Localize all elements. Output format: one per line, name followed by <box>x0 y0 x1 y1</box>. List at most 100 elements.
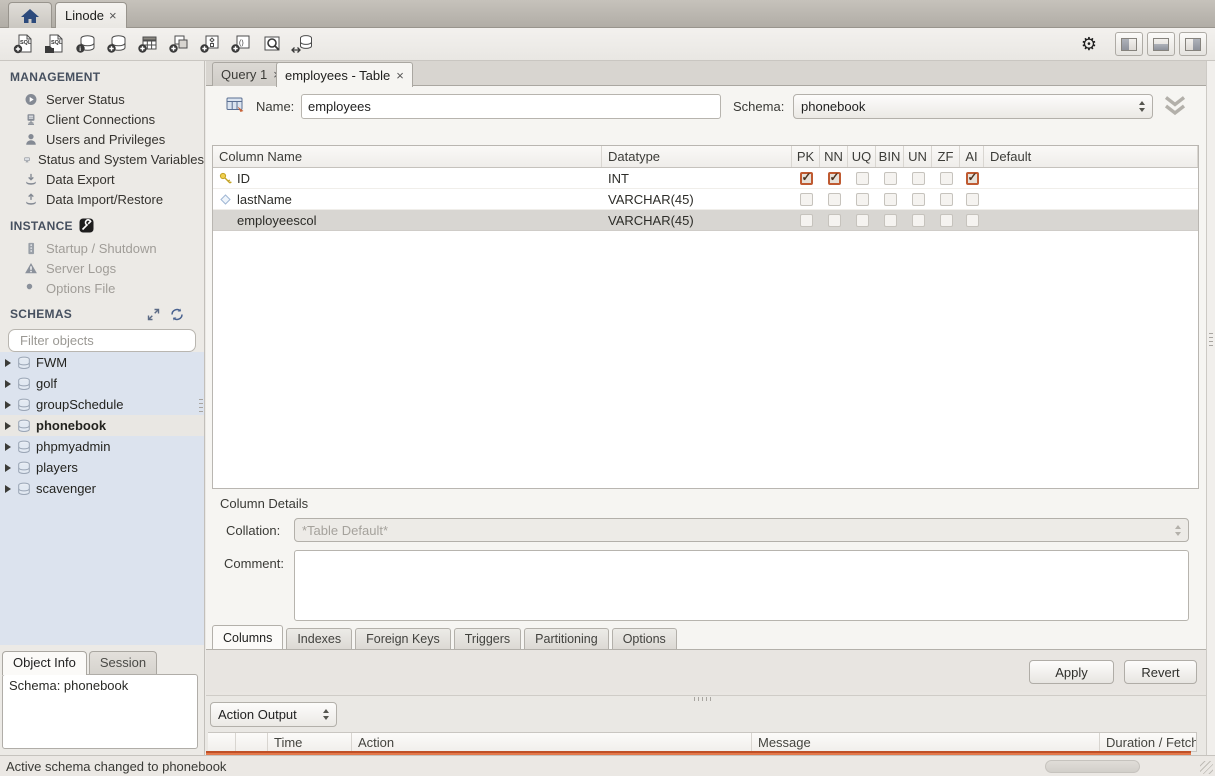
sidebar-item-server-logs[interactable]: Server Logs <box>0 258 204 278</box>
checkbox-pk[interactable] <box>800 193 813 206</box>
checkbox-nn[interactable] <box>828 193 841 206</box>
schema-filter-input[interactable] <box>20 333 196 348</box>
tab-partitioning[interactable]: Partitioning <box>524 628 609 649</box>
tab-columns[interactable]: Columns <box>212 625 283 649</box>
schema-item-scavenger[interactable]: scavenger <box>0 478 204 499</box>
checkbox-bin[interactable] <box>884 214 897 227</box>
expand-schemas-icon[interactable] <box>147 308 160 321</box>
expander-icon[interactable] <box>5 485 11 493</box>
schema-inspector-icon[interactable]: i <box>70 31 101 57</box>
new-function-icon[interactable]: () <box>225 31 256 57</box>
collation-combobox[interactable]: *Table Default* <box>294 518 1189 542</box>
header-action[interactable]: Action <box>352 733 752 751</box>
toggle-left-panel-icon[interactable] <box>1115 32 1143 56</box>
preferences-gear-icon[interactable]: ⚙ <box>1081 35 1097 53</box>
checkbox-ai[interactable] <box>966 214 979 227</box>
header-pk[interactable]: PK <box>792 146 820 167</box>
checkbox-uq[interactable] <box>856 214 869 227</box>
expander-icon[interactable] <box>5 422 11 430</box>
checkbox-un[interactable] <box>912 214 925 227</box>
new-procedure-icon[interactable] <box>194 31 225 57</box>
header-datatype[interactable]: Datatype <box>602 146 792 167</box>
new-view-icon[interactable] <box>163 31 194 57</box>
sidebar-splitter-handle[interactable] <box>199 399 203 415</box>
checkbox-pk[interactable] <box>800 172 813 185</box>
schema-item-phonebook[interactable]: phonebook <box>0 415 204 436</box>
expander-icon[interactable] <box>5 359 11 367</box>
expander-icon[interactable] <box>5 464 11 472</box>
sidebar-item-server-status[interactable]: Server Status <box>0 89 204 109</box>
new-table-icon[interactable] <box>132 31 163 57</box>
header-default[interactable]: Default <box>984 146 1198 167</box>
checkbox-un[interactable] <box>912 172 925 185</box>
apply-button[interactable]: Apply <box>1029 660 1114 684</box>
new-schema-icon[interactable] <box>101 31 132 57</box>
schema-combobox[interactable]: phonebook <box>793 94 1153 119</box>
schema-item-phpmyadmin[interactable]: phpmyadmin <box>0 436 204 457</box>
close-icon[interactable]: × <box>109 8 117 23</box>
resize-grip-icon[interactable] <box>1200 761 1213 774</box>
output-selector[interactable]: Action Output <box>210 702 337 727</box>
connection-tab-linode[interactable]: Linode × <box>55 2 127 28</box>
sidebar-item-client-connections[interactable]: Client Connections <box>0 109 204 129</box>
tab-triggers[interactable]: Triggers <box>454 628 521 649</box>
open-sql-script-icon[interactable]: SQL <box>39 31 70 57</box>
home-tab[interactable] <box>8 2 52 28</box>
sidebar-item-data-export[interactable]: Data Export <box>0 169 204 189</box>
tab-object-info[interactable]: Object Info <box>2 651 87 675</box>
revert-button[interactable]: Revert <box>1124 660 1197 684</box>
header-message[interactable]: Message <box>752 733 1100 751</box>
checkbox-ai[interactable] <box>966 172 979 185</box>
header-time[interactable]: Time <box>268 733 352 751</box>
header-bin[interactable]: BIN <box>876 146 904 167</box>
checkbox-nn[interactable] <box>828 214 841 227</box>
schema-item-golf[interactable]: golf <box>0 373 204 394</box>
header-nn[interactable]: NN <box>820 146 848 167</box>
checkbox-bin[interactable] <box>884 172 897 185</box>
header-column-name[interactable]: Column Name <box>213 146 602 167</box>
sidebar-item-startup-shutdown[interactable]: Startup / Shutdown <box>0 238 204 258</box>
header-uq[interactable]: UQ <box>848 146 876 167</box>
header-un[interactable]: UN <box>904 146 932 167</box>
search-table-data-icon[interactable] <box>256 31 287 57</box>
checkbox-bin[interactable] <box>884 193 897 206</box>
sidebar-item-users-privileges[interactable]: Users and Privileges <box>0 129 204 149</box>
checkbox-uq[interactable] <box>856 172 869 185</box>
checkbox-un[interactable] <box>912 193 925 206</box>
checkbox-zf[interactable] <box>940 172 953 185</box>
column-row-lastname[interactable]: lastName VARCHAR(45) <box>213 189 1198 210</box>
checkbox-uq[interactable] <box>856 193 869 206</box>
sidebar-item-data-import[interactable]: Data Import/Restore <box>0 189 204 209</box>
expander-icon[interactable] <box>5 401 11 409</box>
new-sql-tab-icon[interactable]: SQL <box>8 31 39 57</box>
tab-indexes[interactable]: Indexes <box>286 628 352 649</box>
sidebar-item-options-file[interactable]: Options File <box>0 278 204 298</box>
column-row-id[interactable]: ID INT <box>213 168 1198 189</box>
close-icon[interactable]: × <box>396 68 404 83</box>
checkbox-zf[interactable] <box>940 214 953 227</box>
tab-foreign-keys[interactable]: Foreign Keys <box>355 628 451 649</box>
sidebar-item-system-variables[interactable]: Status and System Variables <box>0 149 204 169</box>
tab-employees-table[interactable]: employees - Table × <box>276 62 413 87</box>
right-panel-splitter[interactable] <box>1206 61 1215 755</box>
header-ai[interactable]: AI <box>960 146 984 167</box>
right-splitter-handle[interactable] <box>1209 333 1213 349</box>
table-name-input[interactable] <box>301 94 721 119</box>
toggle-right-panel-icon[interactable] <box>1179 32 1207 56</box>
toggle-bottom-panel-icon[interactable] <box>1147 32 1175 56</box>
checkbox-zf[interactable] <box>940 193 953 206</box>
tab-session[interactable]: Session <box>89 651 157 674</box>
output-splitter-handle[interactable] <box>694 697 712 701</box>
header-duration-fetch[interactable]: Duration / Fetch <box>1100 733 1196 751</box>
expander-icon[interactable] <box>5 380 11 388</box>
tab-options[interactable]: Options <box>612 628 677 649</box>
refresh-schemas-icon[interactable] <box>170 308 184 321</box>
comment-textarea[interactable] <box>294 550 1189 621</box>
column-row-employeescol[interactable]: employeescol VARCHAR(45) <box>213 210 1198 231</box>
schema-item-fwm[interactable]: FWM <box>0 352 204 373</box>
checkbox-nn[interactable] <box>828 172 841 185</box>
header-zf[interactable]: ZF <box>932 146 960 167</box>
reconnect-dbms-icon[interactable] <box>287 31 318 57</box>
expander-icon[interactable] <box>5 443 11 451</box>
schema-item-groupschedule[interactable]: groupSchedule <box>0 394 204 415</box>
